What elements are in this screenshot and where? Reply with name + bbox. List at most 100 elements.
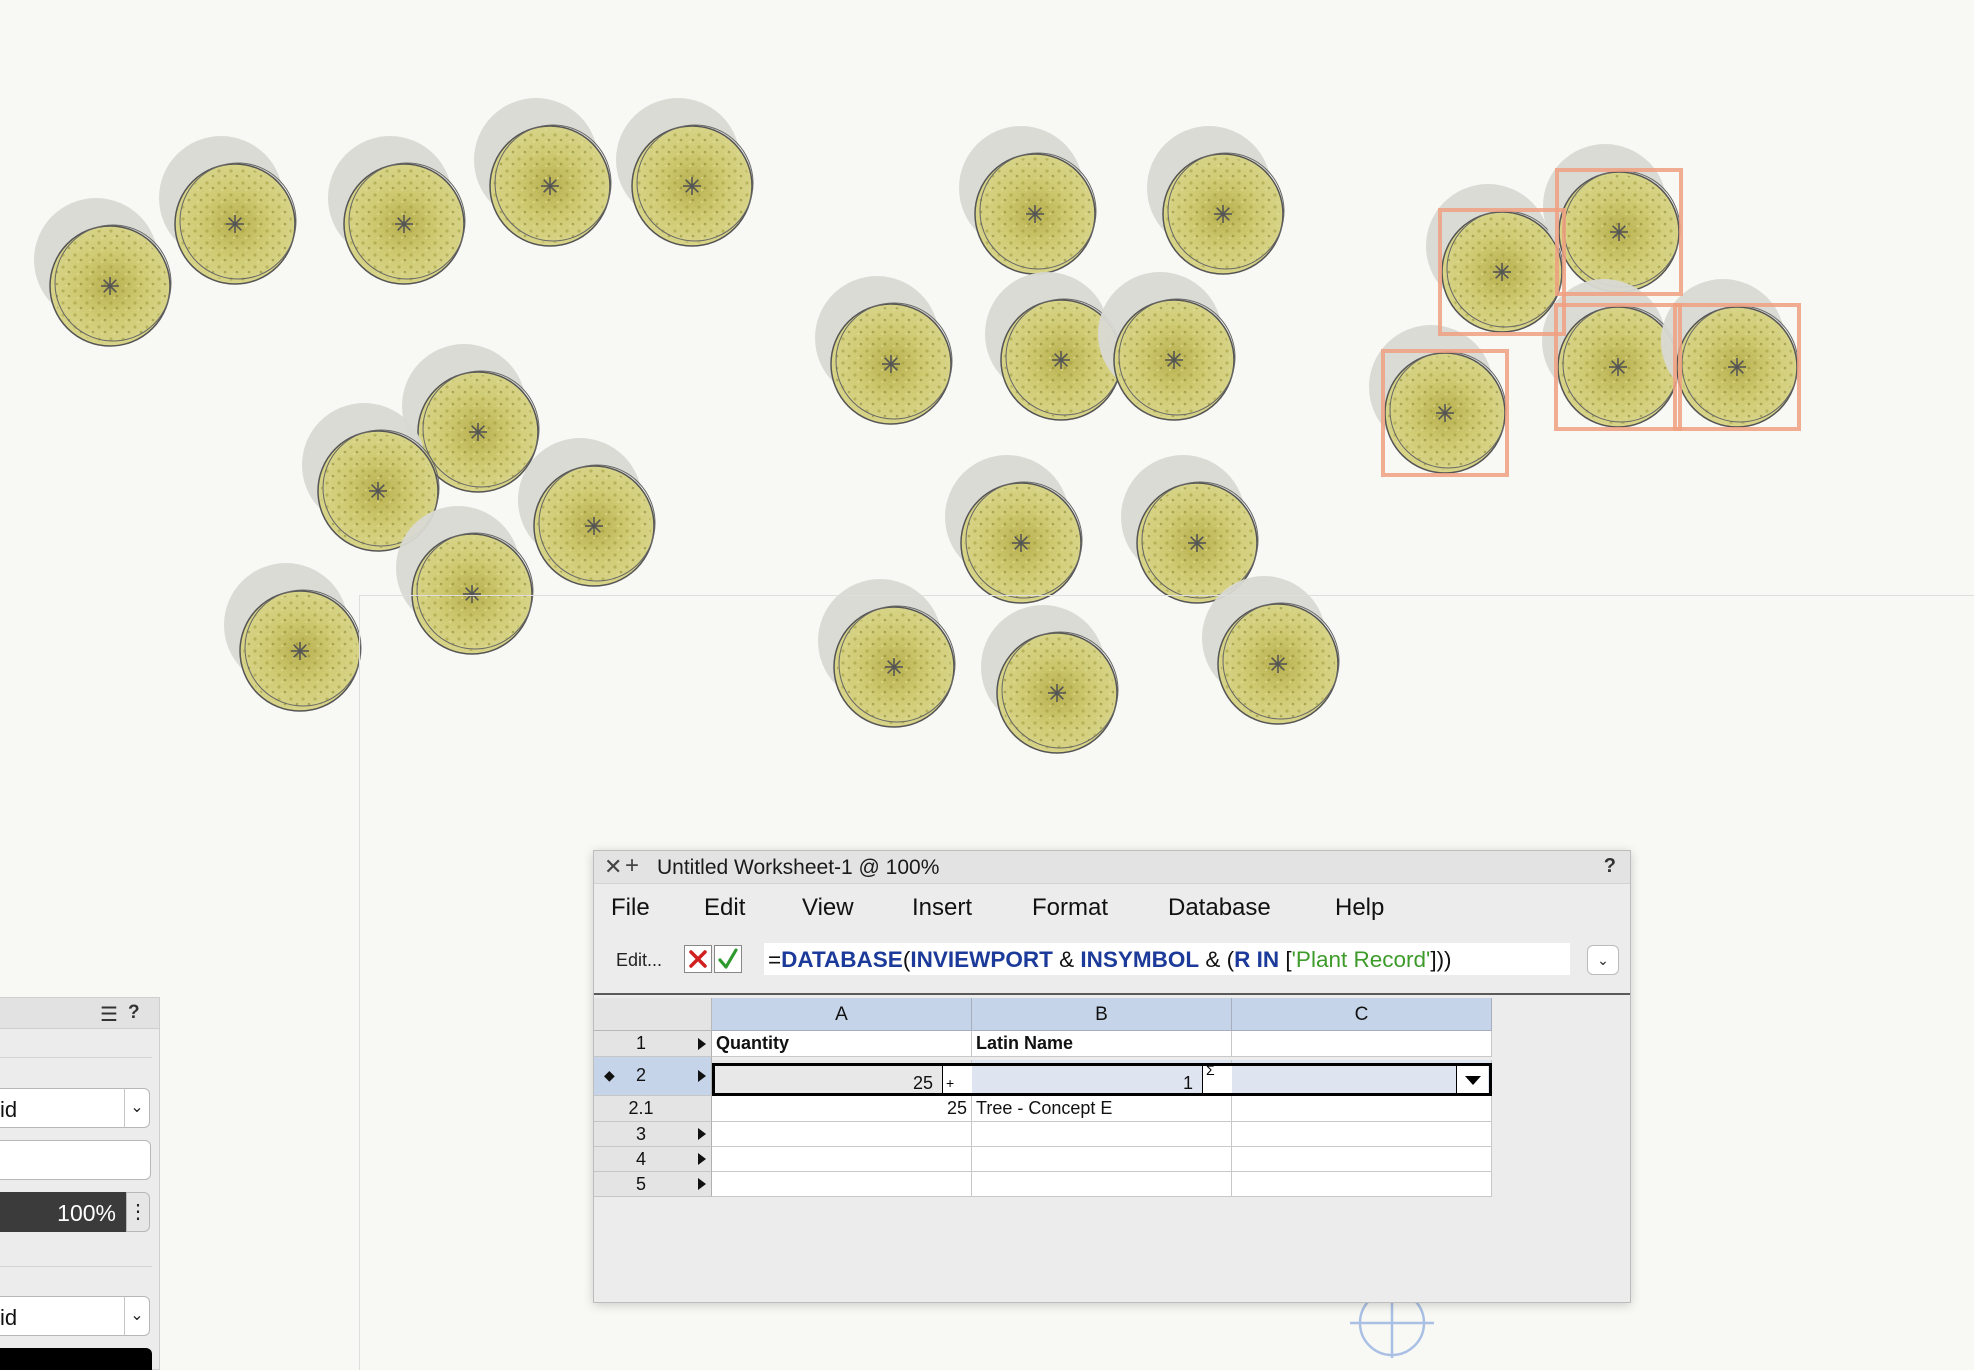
chevron-down-icon: ⌄	[124, 1297, 149, 1335]
formula-keyword: INSYMBOL	[1080, 947, 1200, 972]
tree-symbol-icon[interactable]	[1369, 325, 1507, 474]
tree-symbol-icon[interactable]	[474, 98, 612, 247]
column-header-c[interactable]: C	[1232, 998, 1492, 1031]
column-header-b[interactable]: B	[972, 998, 1232, 1031]
tree-symbol-icon[interactable]	[1098, 272, 1236, 421]
tree-symbol-icon[interactable]	[1121, 455, 1259, 604]
cell-b4[interactable]	[972, 1147, 1232, 1172]
row-header-3[interactable]: 3	[594, 1122, 712, 1147]
tree-symbol-icon[interactable]	[815, 276, 953, 425]
cell-text: Quantity	[716, 1033, 790, 1053]
menu-edit[interactable]: Edit	[704, 894, 745, 922]
grid-corner[interactable]	[594, 998, 712, 1031]
chevron-down-icon[interactable]: ⌄	[1587, 945, 1619, 975]
formula-keyword: R IN	[1234, 947, 1280, 972]
row-header-4[interactable]: 4	[594, 1147, 712, 1172]
cell-a2-1[interactable]: 25	[712, 1096, 972, 1122]
column-header-a[interactable]: A	[712, 998, 972, 1031]
fill-style-select[interactable]: id ⌄	[0, 1088, 150, 1128]
cell-b3[interactable]	[972, 1122, 1232, 1147]
formula-bar: Edit... =DATABASE(INVIEWPORT & INSYMBOL …	[594, 933, 1630, 983]
opacity-menu-icon[interactable]: ⋮	[126, 1192, 150, 1232]
cell-a3[interactable]	[712, 1122, 972, 1147]
expand-triangle-icon[interactable]	[698, 1038, 706, 1050]
red-x-icon[interactable]	[684, 945, 712, 973]
cell-b1[interactable]: Latin Name	[972, 1031, 1232, 1057]
cell-text: Tree - Concept E	[976, 1098, 1113, 1118]
cell-a5[interactable]	[712, 1172, 972, 1197]
formula-divider	[594, 993, 1630, 995]
tree-symbol-icon[interactable]	[224, 563, 362, 712]
worksheet-title-bar[interactable]: ✕ + Untitled Worksheet-1 @ 100% ?	[594, 851, 1630, 884]
cell-c2[interactable]	[1232, 1060, 1492, 1096]
tree-symbol-icon[interactable]	[328, 136, 466, 285]
row-header-1[interactable]: 1	[594, 1031, 712, 1057]
tree-symbol-icon[interactable]	[1147, 126, 1285, 275]
menu-format[interactable]: Format	[1032, 894, 1108, 922]
expand-triangle-icon[interactable]	[698, 1153, 706, 1165]
chevron-down-icon[interactable]	[1456, 1066, 1488, 1093]
cell-text: 25	[912, 1073, 933, 1093]
line-style-select[interactable]: id ⌄	[0, 1296, 150, 1336]
expand-triangle-icon[interactable]	[698, 1070, 706, 1082]
row-number: 3	[635, 1124, 646, 1144]
tree-symbol-icon[interactable]	[959, 126, 1097, 275]
close-icon[interactable]: ✕	[604, 854, 622, 880]
help-icon[interactable]: ?	[128, 1002, 140, 1024]
row-header-2[interactable]: ◆ 2	[594, 1057, 712, 1096]
cell-c3[interactable]	[1232, 1122, 1492, 1147]
palette-divider	[0, 1057, 152, 1058]
tree-symbol-icon[interactable]	[616, 98, 754, 247]
menu-help[interactable]: Help	[1335, 894, 1384, 922]
worksheet-title: Untitled Worksheet-1 @ 100%	[657, 856, 940, 879]
help-icon[interactable]: ?	[1604, 855, 1616, 878]
formula-string: 'Plant Record'	[1291, 947, 1431, 972]
formula-part: [	[1279, 947, 1292, 972]
expand-triangle-icon[interactable]	[698, 1128, 706, 1140]
formula-part: &	[1052, 947, 1081, 972]
formula-part: ]))	[1430, 947, 1452, 972]
line-style-value: id	[0, 1305, 18, 1330]
opacity-field[interactable]: 100%	[0, 1192, 126, 1232]
cell-a2[interactable]: 25	[712, 1060, 972, 1096]
menu-database[interactable]: Database	[1168, 894, 1271, 922]
cell-a1[interactable]: Quantity	[712, 1031, 972, 1057]
tree-symbol-icon[interactable]	[1426, 184, 1564, 333]
menu-view[interactable]: View	[802, 894, 854, 922]
summarize-plus-icon[interactable]: +	[942, 1063, 972, 1096]
edit-button[interactable]: Edit...	[616, 950, 662, 971]
tree-symbol-icon[interactable]	[159, 136, 297, 285]
row-header-5[interactable]: 5	[594, 1172, 712, 1197]
chevron-down-icon: ⌄	[124, 1089, 149, 1127]
cell-c5[interactable]	[1232, 1172, 1492, 1197]
menu-file[interactable]: File	[611, 894, 650, 922]
row-number: 4	[635, 1149, 646, 1169]
tree-symbol-icon[interactable]	[34, 198, 172, 347]
green-check-icon[interactable]	[714, 945, 742, 973]
palette-text-field[interactable]	[0, 1140, 151, 1180]
cell-b2-1[interactable]: Tree - Concept E	[972, 1096, 1232, 1122]
cell-c1[interactable]	[1232, 1031, 1492, 1057]
palette-divider	[0, 1266, 152, 1267]
marker-text: +	[946, 1075, 955, 1091]
cell-b2[interactable]: 1	[972, 1060, 1232, 1096]
cell-b5[interactable]	[972, 1172, 1232, 1197]
cell-c2-1[interactable]	[1232, 1096, 1492, 1122]
tree-symbol-icon[interactable]	[945, 455, 1083, 604]
sum-sigma-icon[interactable]: Σ	[1202, 1062, 1232, 1096]
expand-triangle-icon[interactable]	[698, 1178, 706, 1190]
menu-insert[interactable]: Insert	[912, 894, 972, 922]
color-swatch[interactable]	[0, 1348, 152, 1370]
formula-part: & (	[1199, 947, 1235, 972]
cell-c4[interactable]	[1232, 1147, 1492, 1172]
formula-keyword: DATABASE	[781, 947, 903, 972]
row-header-2-1[interactable]: 2.1	[594, 1096, 712, 1122]
plus-icon[interactable]: +	[625, 852, 639, 880]
hamburger-icon[interactable]: ☰	[100, 1002, 118, 1027]
formula-keyword: INVIEWPORT	[910, 947, 1053, 972]
formula-text: =DATABASE(INVIEWPORT & INSYMBOL & (R IN …	[768, 947, 1452, 973]
tree-symbol-icon[interactable]	[518, 438, 656, 587]
cell-text: 1	[1182, 1073, 1193, 1093]
cell-a4[interactable]	[712, 1147, 972, 1172]
formula-input[interactable]: =DATABASE(INVIEWPORT & INSYMBOL & (R IN …	[764, 943, 1570, 975]
